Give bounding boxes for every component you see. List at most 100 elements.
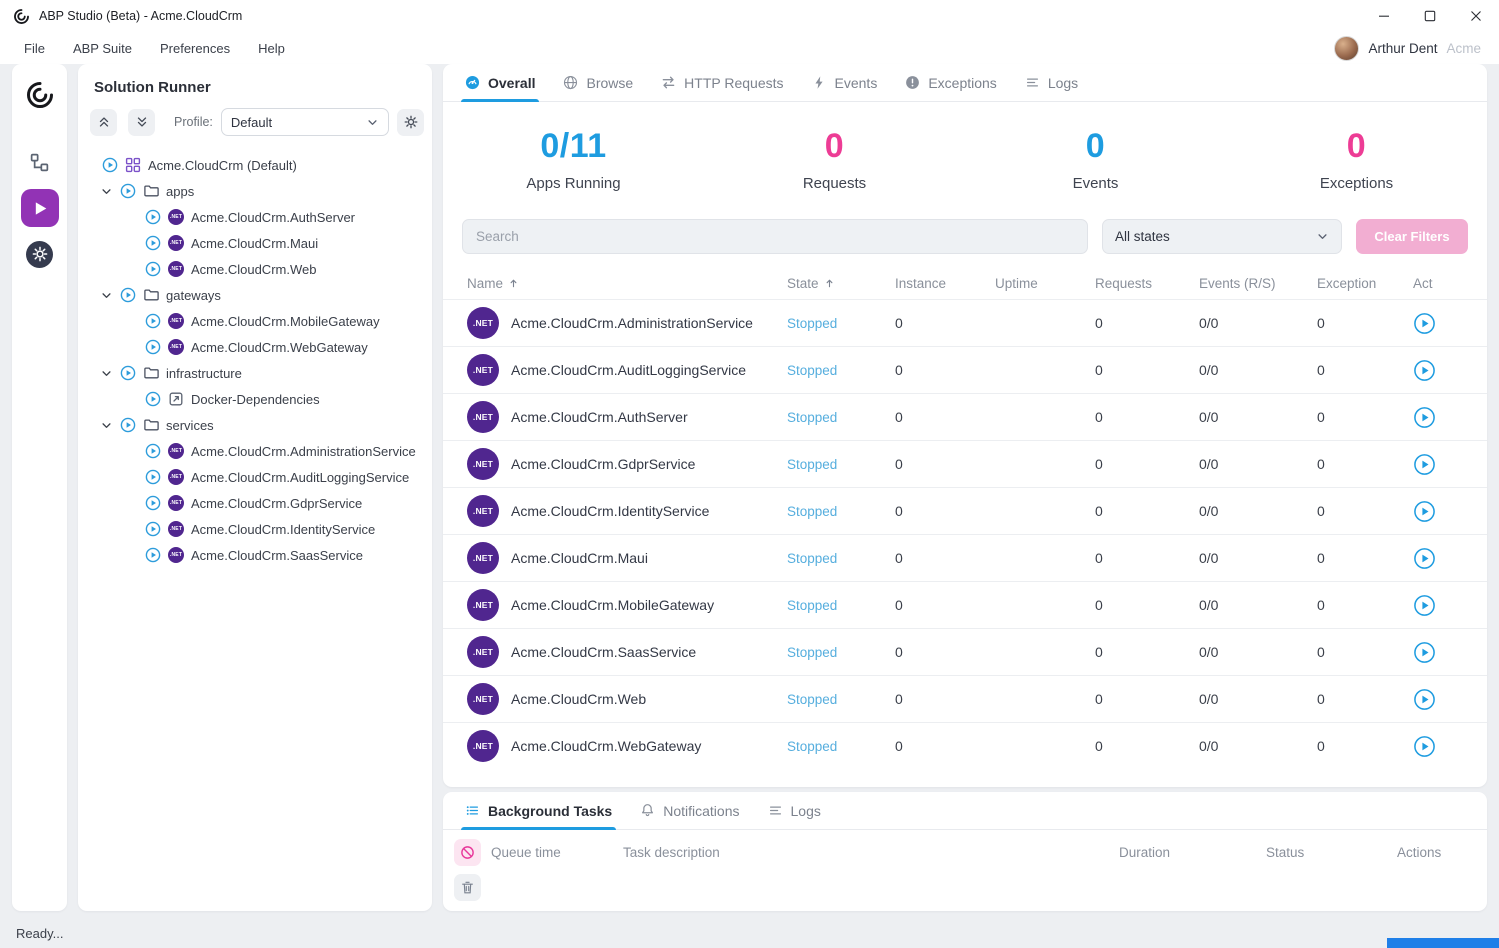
table-row[interactable]: .NETAcme.CloudCrm.IdentityServiceStopped… bbox=[443, 487, 1487, 534]
column-header-act[interactable]: Act bbox=[1413, 276, 1473, 291]
menu-item-help[interactable]: Help bbox=[258, 41, 285, 56]
menu-item-file[interactable]: File bbox=[24, 41, 45, 56]
tree-item-acme-cloudcrm-administrationservice[interactable]: .NETAcme.CloudCrm.AdministrationService bbox=[78, 438, 432, 464]
table-row[interactable]: .NETAcme.CloudCrm.WebGatewayStopped000/0… bbox=[443, 722, 1487, 769]
collapse-all-button[interactable] bbox=[90, 109, 117, 136]
tree-item-acme-cloudcrm-webgateway[interactable]: .NETAcme.CloudCrm.WebGateway bbox=[78, 334, 432, 360]
tab-background-tasks[interactable]: Background Tasks bbox=[451, 792, 626, 829]
start-app-button[interactable] bbox=[1413, 594, 1436, 617]
dotnet-icon: .NET bbox=[168, 313, 184, 329]
tree-item-acme-cloudcrm-web[interactable]: .NETAcme.CloudCrm.Web bbox=[78, 256, 432, 282]
search-input[interactable] bbox=[462, 219, 1088, 254]
tree-item-acme-cloudcrm-authserver[interactable]: .NETAcme.CloudCrm.AuthServer bbox=[78, 204, 432, 230]
start-app-button[interactable] bbox=[1413, 406, 1436, 429]
profile-dropdown[interactable]: Default bbox=[221, 108, 389, 136]
play-circle-icon[interactable] bbox=[145, 521, 161, 537]
menu-item-preferences[interactable]: Preferences bbox=[160, 41, 230, 56]
tab-overall[interactable]: Overall bbox=[451, 64, 549, 101]
play-circle-icon[interactable] bbox=[145, 209, 161, 225]
column-header-name[interactable]: Name bbox=[467, 276, 787, 291]
table-row[interactable]: .NETAcme.CloudCrm.AuthServerStopped000/0… bbox=[443, 393, 1487, 440]
table-row[interactable]: .NETAcme.CloudCrm.SaasServiceStopped000/… bbox=[443, 628, 1487, 675]
app-name: Acme.CloudCrm.GdprService bbox=[511, 456, 695, 472]
chevron-down-icon[interactable] bbox=[100, 289, 113, 302]
minimize-button[interactable] bbox=[1361, 0, 1407, 32]
tree-item-acme-cloudcrm-saasservice[interactable]: .NETAcme.CloudCrm.SaasService bbox=[78, 542, 432, 568]
play-circle-icon[interactable] bbox=[120, 365, 136, 381]
play-circle-icon[interactable] bbox=[145, 391, 161, 407]
column-header-exception[interactable]: Exception bbox=[1317, 276, 1413, 291]
table-row[interactable]: .NETAcme.CloudCrm.AuditLoggingServiceSto… bbox=[443, 346, 1487, 393]
user-chip[interactable]: Arthur Dent Acme bbox=[1334, 36, 1481, 61]
column-header-requests[interactable]: Requests bbox=[1095, 276, 1199, 291]
cancel-tasks-button[interactable] bbox=[454, 839, 481, 866]
chevron-down-icon[interactable] bbox=[100, 419, 113, 432]
play-circle-icon[interactable] bbox=[145, 443, 161, 459]
expand-all-button[interactable] bbox=[128, 109, 155, 136]
tree-item-acme-cloudcrm-auditloggingservice[interactable]: .NETAcme.CloudCrm.AuditLoggingService bbox=[78, 464, 432, 490]
tree-item-services[interactable]: services bbox=[78, 412, 432, 438]
chevron-down-icon[interactable] bbox=[100, 367, 113, 380]
column-header-state[interactable]: State bbox=[787, 276, 895, 291]
start-app-button[interactable] bbox=[1413, 312, 1436, 335]
column-header-uptime[interactable]: Uptime bbox=[995, 276, 1095, 291]
chevron-down-icon[interactable] bbox=[100, 185, 113, 198]
play-circle-icon[interactable] bbox=[120, 417, 136, 433]
play-circle-icon[interactable] bbox=[145, 495, 161, 511]
tree-item-infrastructure[interactable]: infrastructure bbox=[78, 360, 432, 386]
play-circle-icon[interactable] bbox=[145, 235, 161, 251]
tree-item-gateways[interactable]: gateways bbox=[78, 282, 432, 308]
tab-logs[interactable]: Logs bbox=[1011, 64, 1092, 101]
play-circle-icon[interactable] bbox=[145, 469, 161, 485]
tab-logs[interactable]: Logs bbox=[754, 792, 835, 829]
tree-item-acme-cloudcrm-mobilegateway[interactable]: .NETAcme.CloudCrm.MobileGateway bbox=[78, 308, 432, 334]
play-circle-icon[interactable] bbox=[145, 261, 161, 277]
table-row[interactable]: .NETAcme.CloudCrm.MobileGatewayStopped00… bbox=[443, 581, 1487, 628]
tab-http-requests[interactable]: HTTP Requests bbox=[647, 64, 797, 101]
tab-exceptions[interactable]: Exceptions bbox=[891, 64, 1010, 101]
play-filled-icon bbox=[29, 198, 50, 219]
tab-events[interactable]: Events bbox=[798, 64, 892, 101]
log-lines-icon bbox=[768, 803, 783, 818]
clear-filters-button[interactable]: Clear Filters bbox=[1356, 219, 1468, 254]
start-app-button[interactable] bbox=[1413, 547, 1436, 570]
tree-item-docker-dependencies[interactable]: Docker-Dependencies bbox=[78, 386, 432, 412]
play-circle-icon[interactable] bbox=[145, 547, 161, 563]
tasks-column-status: Status bbox=[1266, 845, 1397, 860]
table-row[interactable]: .NETAcme.CloudCrm.GdprServiceStopped000/… bbox=[443, 440, 1487, 487]
table-row[interactable]: .NETAcme.CloudCrm.MauiStopped000/00 bbox=[443, 534, 1487, 581]
app-name: Acme.CloudCrm.AuditLoggingService bbox=[511, 362, 746, 378]
tree-item-acme-cloudcrm-gdprservice[interactable]: .NETAcme.CloudCrm.GdprService bbox=[78, 490, 432, 516]
close-button[interactable] bbox=[1453, 0, 1499, 32]
folder-icon bbox=[143, 183, 159, 199]
settings-button[interactable] bbox=[21, 235, 59, 273]
clear-tasks-button[interactable] bbox=[454, 874, 481, 901]
start-app-button[interactable] bbox=[1413, 500, 1436, 523]
tree-item-apps[interactable]: apps bbox=[78, 178, 432, 204]
tree-item-acme-cloudcrm-maui[interactable]: .NETAcme.CloudCrm.Maui bbox=[78, 230, 432, 256]
tree-item-acme-cloudcrm-default[interactable]: Acme.CloudCrm (Default) bbox=[78, 152, 432, 178]
start-app-button[interactable] bbox=[1413, 688, 1436, 711]
menu-item-abp-suite[interactable]: ABP Suite bbox=[73, 41, 132, 56]
column-header-instance[interactable]: Instance bbox=[895, 276, 995, 291]
start-app-button[interactable] bbox=[1413, 359, 1436, 382]
table-row[interactable]: .NETAcme.CloudCrm.AdministrationServiceS… bbox=[443, 299, 1487, 346]
maximize-button[interactable] bbox=[1407, 0, 1453, 32]
play-circle-icon[interactable] bbox=[145, 313, 161, 329]
column-header-events-r-s[interactable]: Events (R/S) bbox=[1199, 276, 1317, 291]
tab-browse[interactable]: Browse bbox=[549, 64, 647, 101]
solution-explorer-button[interactable] bbox=[21, 143, 59, 181]
tree-item-acme-cloudcrm-identityservice[interactable]: .NETAcme.CloudCrm.IdentityService bbox=[78, 516, 432, 542]
table-row[interactable]: .NETAcme.CloudCrm.WebStopped000/00 bbox=[443, 675, 1487, 722]
profile-settings-button[interactable] bbox=[397, 109, 424, 136]
tab-notifications[interactable]: Notifications bbox=[626, 792, 753, 829]
play-circle-icon[interactable] bbox=[102, 157, 118, 173]
start-app-button[interactable] bbox=[1413, 641, 1436, 664]
solution-runner-button[interactable] bbox=[21, 189, 59, 227]
state-filter-dropdown[interactable]: All states bbox=[1102, 219, 1342, 254]
play-circle-icon[interactable] bbox=[145, 339, 161, 355]
play-circle-icon[interactable] bbox=[120, 183, 136, 199]
start-app-button[interactable] bbox=[1413, 453, 1436, 476]
play-circle-icon[interactable] bbox=[120, 287, 136, 303]
start-app-button[interactable] bbox=[1413, 735, 1436, 758]
